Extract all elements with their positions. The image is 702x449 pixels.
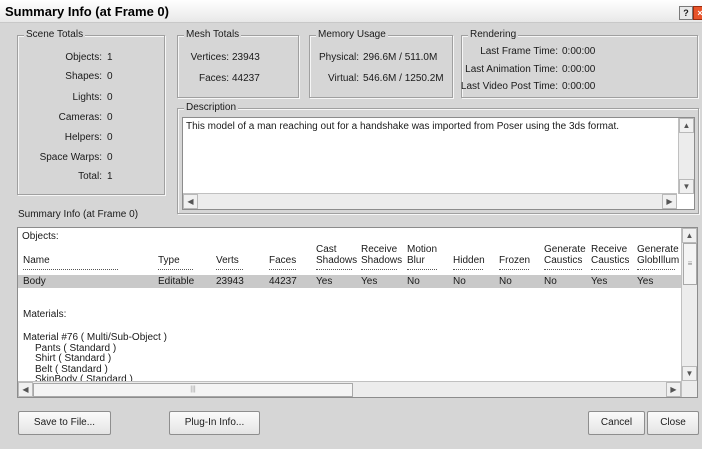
summary-caption: Summary Info (at Frame 0) xyxy=(18,209,139,220)
space-warps-label: Space Warps: xyxy=(39,152,102,163)
description-legend: Description xyxy=(184,102,239,113)
col-rec-caustics-2: Caustics xyxy=(591,255,630,266)
mesh-totals-legend: Mesh Totals xyxy=(184,29,242,40)
description-vscrollbar[interactable]: ▲ ▼ xyxy=(678,118,694,194)
vertices-label: Vertices: xyxy=(190,52,229,63)
scroll-up-icon[interactable]: ▲ xyxy=(682,228,697,243)
physical-label: Physical: xyxy=(318,52,359,63)
cell-frozen: No xyxy=(499,276,512,287)
col-gen-caustics-1: Generate xyxy=(544,244,586,255)
cameras-value: 0 xyxy=(107,112,113,123)
cameras-label: Cameras: xyxy=(58,112,102,123)
rendering-group: Rendering Last Frame Time: 0:00:00 Last … xyxy=(460,29,698,98)
col-gen-globillum-2: GlobIllum xyxy=(637,255,680,266)
col-cast-1: Cast xyxy=(316,244,337,255)
last-animation-time-value: 0:00:00 xyxy=(562,64,596,75)
save-to-file-button[interactable]: Save to File... xyxy=(18,411,111,435)
last-frame-time-value: 0:00:00 xyxy=(562,46,596,57)
cell-motion-blur: No xyxy=(407,276,420,287)
help-button[interactable]: ? xyxy=(679,6,693,20)
col-faces: Faces xyxy=(269,255,297,266)
col-frozen: Frozen xyxy=(499,255,531,266)
faces-label: Faces: xyxy=(198,73,229,84)
objects-heading: Objects: xyxy=(22,231,59,242)
col-gen-caustics-2: Caustics xyxy=(544,255,583,266)
physical-value: 296.6M / 511.0M xyxy=(363,52,438,63)
report-panel[interactable]: Objects: Name Type Verts Faces Cast Shad… xyxy=(17,227,698,398)
cell-receive-caustics: Yes xyxy=(591,276,608,287)
cell-faces: 44237 xyxy=(269,276,297,287)
description-text: This model of a man reaching out for a h… xyxy=(186,121,619,132)
materials-heading: Materials: xyxy=(23,309,67,320)
col-motion-1: Motion xyxy=(407,244,438,255)
scroll-thumb[interactable]: ≡ xyxy=(683,243,697,285)
col-cast-2: Shadows xyxy=(316,255,358,266)
last-video-post-time-label: Last Video Post Time: xyxy=(460,81,558,92)
table-row[interactable]: Body Editable 23943 44237 Yes Yes No No … xyxy=(18,275,681,288)
shapes-label: Shapes: xyxy=(65,71,102,82)
scroll-left-icon[interactable]: ◀ xyxy=(183,194,198,209)
memory-usage-legend: Memory Usage xyxy=(316,29,388,40)
scroll-right-icon[interactable]: ▶ xyxy=(666,382,681,397)
cell-generate-caustics: No xyxy=(544,276,557,287)
total-label: Total: xyxy=(78,171,102,182)
cell-receive-shadows: Yes xyxy=(361,276,378,287)
scroll-right-icon[interactable]: ▶ xyxy=(662,194,677,209)
memory-usage-group: Memory Usage Physical: 296.6M / 511.0M V… xyxy=(309,29,453,98)
cancel-button[interactable]: Cancel xyxy=(588,411,645,435)
lights-label: Lights: xyxy=(72,92,102,103)
lights-value: 0 xyxy=(107,92,113,103)
material-item: Material #76 ( Multi/Sub-Object ) xyxy=(23,332,167,343)
cell-name: Body xyxy=(23,276,46,287)
cell-generate-globillum: Yes xyxy=(637,276,654,287)
report-hscrollbar[interactable]: ◀ ||| ▶ xyxy=(18,381,681,397)
cell-type: Editable xyxy=(158,276,195,287)
last-frame-time-label: Last Frame Time: xyxy=(480,46,558,57)
col-rec-caustics-1: Receive xyxy=(591,244,628,255)
mesh-totals-group: Mesh Totals Vertices: 23943 Faces: 44237 xyxy=(177,29,299,98)
scroll-down-icon[interactable]: ▼ xyxy=(679,179,694,194)
scroll-up-icon[interactable]: ▲ xyxy=(679,118,694,133)
scene-totals-group: Scene Totals Objects: 1 Shapes: 0 Lights… xyxy=(17,29,165,195)
virtual-label: Virtual: xyxy=(328,73,359,84)
vertices-value: 23943 xyxy=(232,52,260,63)
col-receive-shadows-2: Shadows xyxy=(361,255,403,266)
helpers-label: Helpers: xyxy=(64,132,102,143)
plugin-info-button[interactable]: Plug-In Info... xyxy=(169,411,260,435)
material-item: Shirt ( Standard ) xyxy=(35,353,112,364)
total-value: 1 xyxy=(107,171,113,182)
scroll-left-icon[interactable]: ◀ xyxy=(18,382,33,397)
col-name: Name xyxy=(23,255,50,266)
faces-value: 44237 xyxy=(232,73,260,84)
virtual-value: 546.6M / 1250.2M xyxy=(363,73,444,84)
col-receive-shadows-1: Receive xyxy=(361,244,398,255)
space-warps-value: 0 xyxy=(107,152,113,163)
col-gen-globillum-1: Generate xyxy=(637,244,679,255)
cell-hidden: No xyxy=(453,276,466,287)
scroll-down-icon[interactable]: ▼ xyxy=(682,366,697,381)
col-verts: Verts xyxy=(216,255,239,266)
report-vscrollbar[interactable]: ▲ ≡ ▼ xyxy=(681,228,697,397)
close-icon[interactable]: × xyxy=(693,6,702,20)
col-motion-2: Blur xyxy=(407,255,425,266)
cell-cast-shadows: Yes xyxy=(316,276,333,287)
col-hidden: Hidden xyxy=(453,255,485,266)
scroll-thumb[interactable]: ||| xyxy=(33,383,353,397)
last-video-post-time-value: 0:00:00 xyxy=(562,81,596,92)
rendering-legend: Rendering xyxy=(468,29,519,40)
description-hscrollbar[interactable]: ◀ ▶ xyxy=(183,193,677,209)
cell-verts: 23943 xyxy=(216,276,244,287)
description-textarea[interactable]: This model of a man reaching out for a h… xyxy=(182,117,695,210)
objects-value: 1 xyxy=(107,52,113,63)
scene-totals-legend: Scene Totals xyxy=(24,29,86,40)
objects-label: Objects: xyxy=(65,52,102,63)
window-title: Summary Info (at Frame 0) xyxy=(5,4,169,19)
last-animation-time-label: Last Animation Time: xyxy=(465,64,558,75)
col-type: Type xyxy=(158,255,180,266)
close-button[interactable]: Close xyxy=(647,411,699,435)
shapes-value: 0 xyxy=(107,71,113,82)
helpers-value: 0 xyxy=(107,132,113,143)
